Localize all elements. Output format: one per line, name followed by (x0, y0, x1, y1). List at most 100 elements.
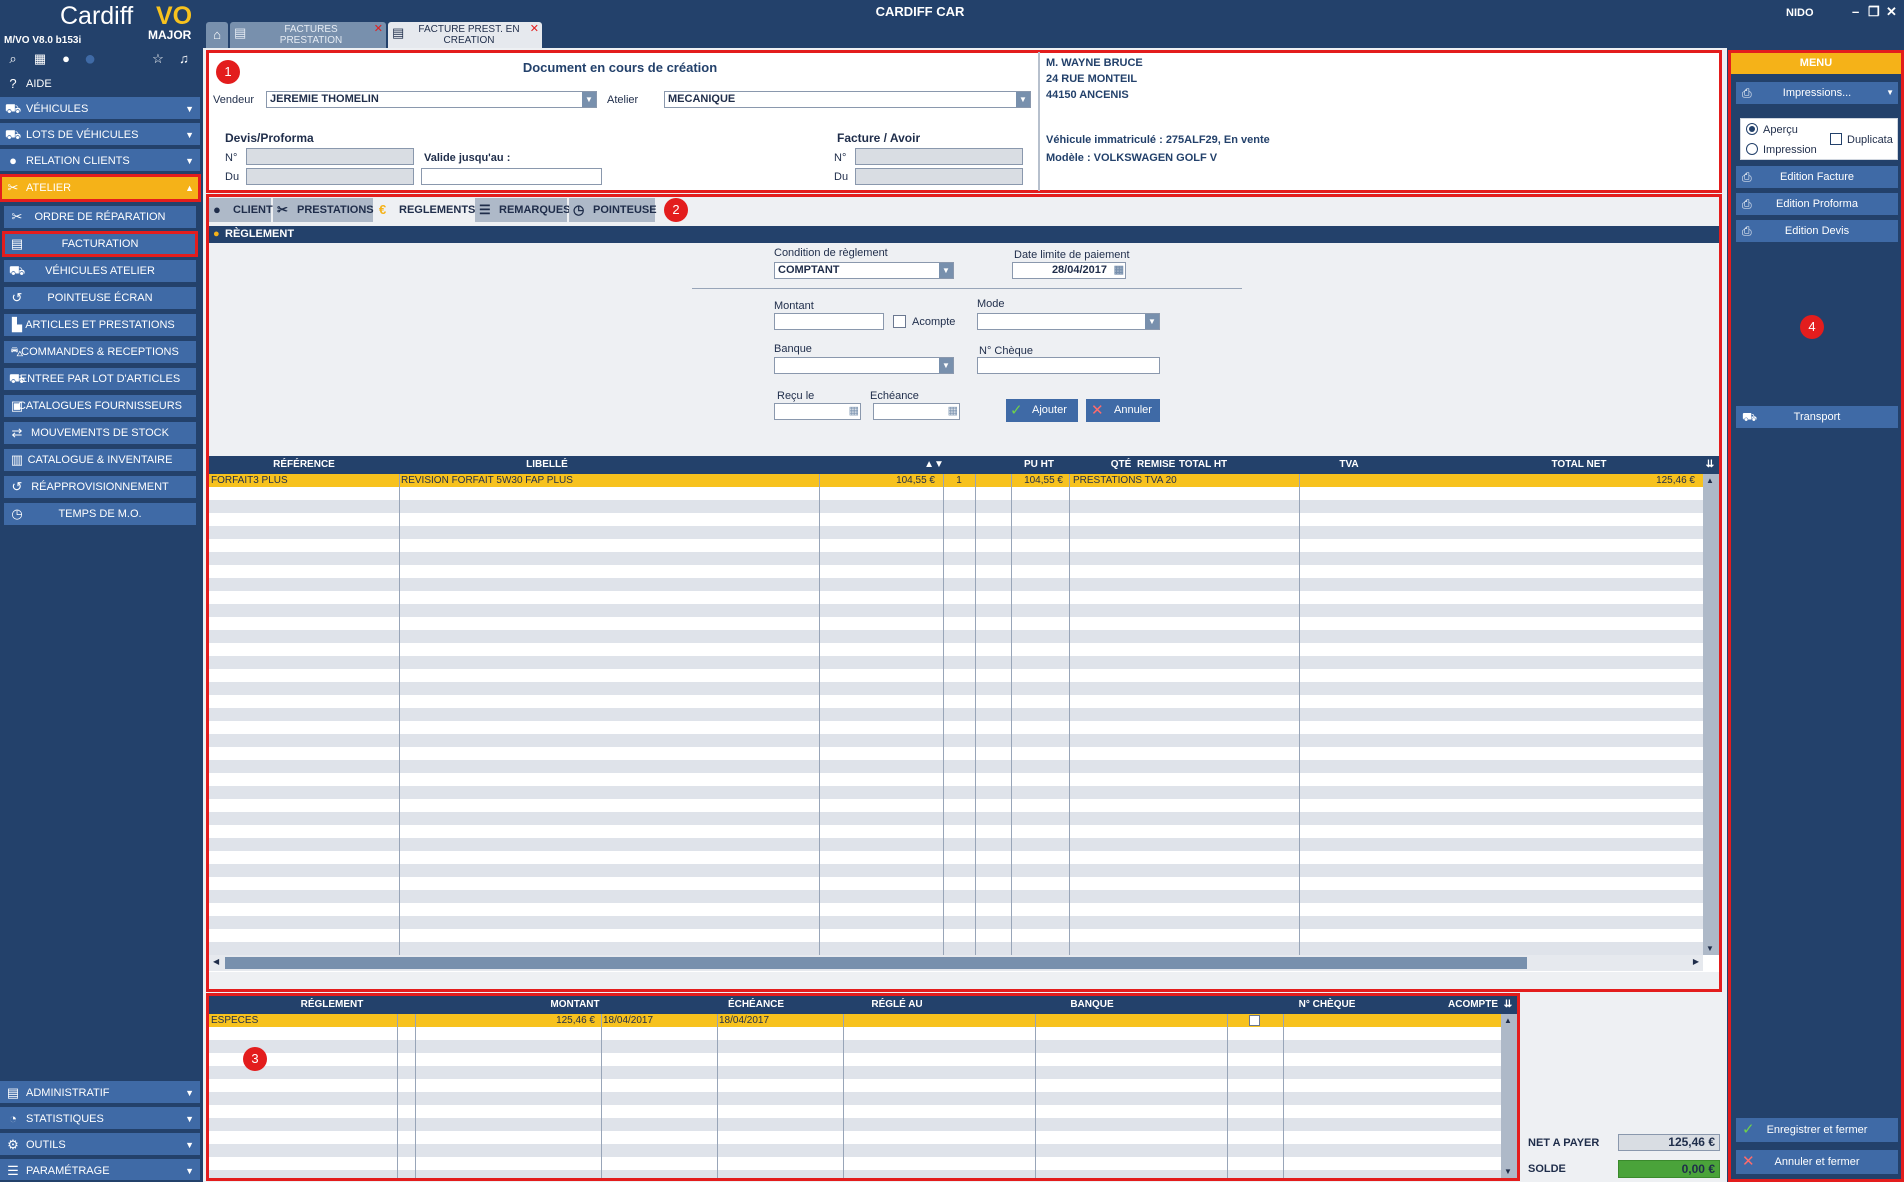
table-row[interactable] (209, 656, 1703, 669)
search-icon[interactable]: ⌕ (5, 51, 21, 67)
transport-button[interactable]: ⛟ Transport (1736, 406, 1898, 428)
vertical-scrollbar[interactable]: ▲ ▼ (1703, 474, 1719, 955)
edition-facture-button[interactable]: ⎙ Edition Facture (1736, 166, 1898, 188)
col-libelle[interactable]: LIBELLÉ (437, 456, 657, 474)
sidebar-sub-temps-mo[interactable]: ◷ TEMPS DE M.O. (4, 503, 196, 525)
mode-select[interactable]: ▼ (977, 313, 1160, 330)
col-qte[interactable]: QTÉ (1105, 456, 1137, 474)
horizontal-scrollbar[interactable]: ◀ ▶ (209, 955, 1703, 971)
scroll-thumb[interactable] (225, 957, 1527, 969)
col-tva[interactable]: TVA (1239, 456, 1459, 474)
sidebar-item-aide[interactable]: ? AIDE (0, 73, 200, 95)
table-row[interactable] (209, 1092, 1501, 1105)
table-row[interactable] (209, 747, 1703, 760)
table-row[interactable] (209, 643, 1703, 656)
table-row[interactable] (209, 591, 1703, 604)
col-remise[interactable]: REMISE (1137, 456, 1175, 474)
annuler-fermer-button[interactable]: ✕ Annuler et fermer (1736, 1150, 1898, 1174)
scroll-down-icon[interactable]: ▼ (1706, 944, 1714, 953)
scroll-down-icon[interactable]: ▼ (1504, 1167, 1512, 1176)
sidebar-sub-ordre-reparation[interactable]: ✂ ORDRE DE RÉPARATION (4, 206, 196, 228)
table-row[interactable] (209, 669, 1703, 682)
devis-no-field[interactable] (246, 148, 414, 165)
table-row[interactable] (209, 1170, 1501, 1178)
tab-client[interactable]: ● CLIENT (209, 198, 273, 222)
scroll-left-icon[interactable]: ◀ (213, 957, 219, 966)
tab-home[interactable]: ⌂ (206, 22, 228, 48)
sidebar-item-administratif[interactable]: ▤ ADMINISTRATIF ▼ (0, 1081, 200, 1105)
col-total-net[interactable]: TOTAL NET (1459, 456, 1699, 474)
acompte-checkbox[interactable] (1249, 1015, 1260, 1026)
table-row[interactable] (209, 890, 1703, 903)
table-row[interactable] (209, 851, 1703, 864)
scroll-right-icon[interactable]: ▶ (1693, 957, 1699, 966)
table-row[interactable] (209, 760, 1703, 773)
chevron-double-down-icon[interactable]: ⇊ (1501, 996, 1515, 1014)
col-montant[interactable]: MONTANT (455, 996, 695, 1014)
table-row[interactable] (209, 1040, 1501, 1053)
minimize-icon[interactable]: – (1852, 4, 1859, 19)
atelier-select[interactable]: MECANIQUE ▼ (664, 91, 1031, 108)
table-row[interactable] (209, 708, 1703, 721)
date-limite-field[interactable]: 28/04/2017 ▦ (1012, 262, 1126, 279)
table-row[interactable] (209, 721, 1703, 734)
col-reglement[interactable]: RÉGLEMENT (209, 996, 455, 1014)
tab-factures-prestation[interactable]: ▤ FACTURES PRESTATION ✕ (230, 22, 386, 48)
sort-arrows-icon[interactable]: ▲▼ (919, 456, 949, 474)
sidebar-item-parametrage[interactable]: ☰ PARAMÉTRAGE ▼ (0, 1159, 200, 1182)
acompte-checkbox[interactable] (893, 315, 906, 328)
edition-proforma-button[interactable]: ⎙ Edition Proforma (1736, 193, 1898, 215)
valide-field[interactable] (421, 168, 602, 185)
table-row[interactable] (209, 734, 1703, 747)
edition-devis-button[interactable]: ⎙ Edition Devis (1736, 220, 1898, 242)
table-row[interactable] (209, 799, 1703, 812)
table-row[interactable] (209, 1144, 1501, 1157)
close-tab-icon[interactable]: ✕ (374, 24, 383, 35)
table-row[interactable] (209, 630, 1703, 643)
sidebar-sub-catalogue-inventaire[interactable]: ▥ CATALOGUE & INVENTAIRE (4, 449, 196, 471)
enregistrer-fermer-button[interactable]: ✓ Enregistrer et fermer (1736, 1118, 1898, 1142)
user-icon[interactable]: ● (58, 51, 74, 67)
sidebar-sub-facturation[interactable]: ▤ FACTURATION (2, 231, 198, 257)
annuler-button[interactable]: ✕ Annuler (1086, 399, 1160, 422)
cheque-field[interactable] (977, 357, 1160, 374)
table-row[interactable] (209, 578, 1703, 591)
table-row[interactable] (209, 526, 1703, 539)
table-row[interactable]: ESPECES 125,46 € 18/04/2017 18/04/2017 (209, 1014, 1501, 1027)
scroll-up-icon[interactable]: ▲ (1504, 1016, 1512, 1025)
col-echeance[interactable]: ÉCHÉANCE (685, 996, 827, 1014)
tab-prestations[interactable]: ✂ PRESTATIONS (273, 198, 374, 222)
table-row[interactable] (209, 604, 1703, 617)
calendar-icon[interactable]: ▦ (32, 51, 48, 67)
sidebar-sub-vehicules-atelier[interactable]: ⛟ VÉHICULES ATELIER (4, 260, 196, 282)
table-row[interactable] (209, 825, 1703, 838)
sidebar-sub-mouvements[interactable]: ⇄ MOUVEMENTS DE STOCK (4, 422, 196, 444)
tab-reglements[interactable]: € REGLEMENTS (375, 198, 475, 222)
impression-radio[interactable] (1746, 143, 1758, 155)
tab-remarques[interactable]: ☰ REMARQUES (475, 198, 571, 222)
sidebar-sub-articles[interactable]: ▙ ARTICLES ET PRESTATIONS (4, 314, 196, 336)
close-tab-icon[interactable]: ✕ (530, 24, 539, 35)
calendar-icon[interactable]: ▦ (1114, 263, 1124, 278)
sidebar-item-atelier[interactable]: ✂ ATELIER ▲ (0, 174, 201, 202)
sidebar-sub-pointeuse[interactable]: ↺ POINTEUSE ÉCRAN (4, 287, 196, 309)
table-row[interactable] (209, 786, 1703, 799)
facture-du-field[interactable] (855, 168, 1023, 185)
vertical-scrollbar[interactable]: ▲ ▼ (1501, 1014, 1517, 1178)
col-cheque[interactable]: N° CHÈQUE (1209, 996, 1445, 1014)
table-row[interactable] (209, 864, 1703, 877)
sidebar-sub-catalogues[interactable]: ▣ CATALOGUES FOURNISSEURS (4, 395, 196, 417)
facture-no-field[interactable] (855, 148, 1023, 165)
restore-icon[interactable]: ❐ (1868, 4, 1880, 20)
sidebar-item-vehicules[interactable]: ⛟ VÉHICULES ▼ (0, 97, 200, 121)
table-row[interactable] (209, 1079, 1501, 1092)
sidebar-item-statistiques[interactable]: ◔ STATISTIQUES ▼ (0, 1107, 200, 1131)
sidebar-item-lots[interactable]: ⛟ LOTS DE VÉHICULES ▼ (0, 123, 200, 147)
table-row[interactable] (209, 1027, 1501, 1040)
sidebar-sub-commandes[interactable]: ⛍ COMMANDES & RECEPTIONS (4, 341, 196, 363)
echeance-field[interactable]: ▦ (873, 403, 960, 420)
calendar-icon[interactable]: ▦ (849, 404, 859, 419)
table-row[interactable] (209, 812, 1703, 825)
table-row[interactable] (209, 500, 1703, 513)
tab-facture-prest-creation[interactable]: ▤ FACTURE PREST. EN CREATION ✕ (388, 22, 542, 48)
